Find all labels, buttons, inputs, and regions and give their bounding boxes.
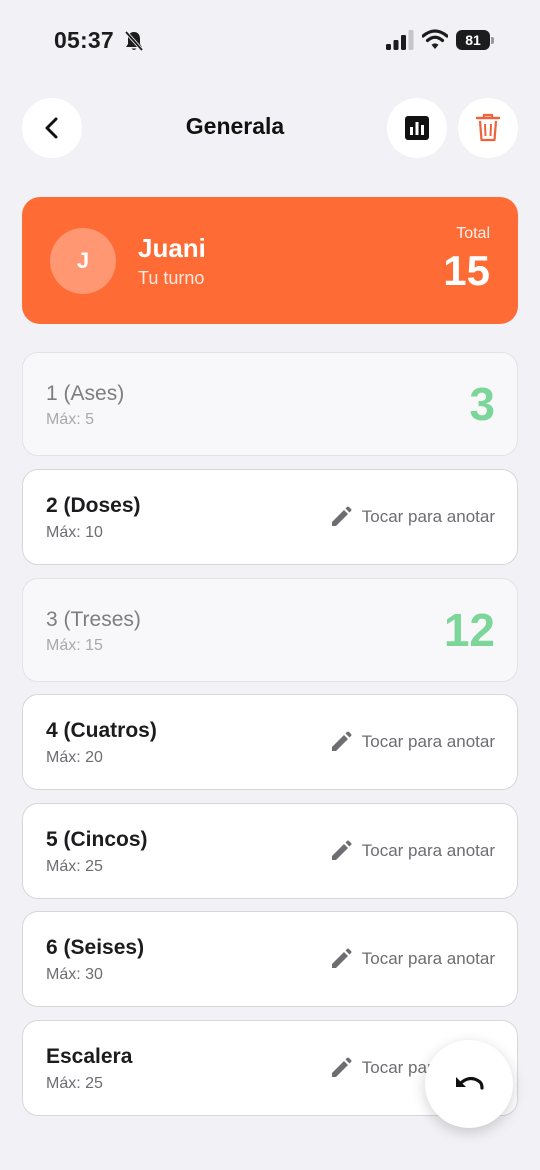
status-time: 05:37: [54, 27, 114, 53]
category-max: Máx: 20: [46, 749, 103, 766]
pencil-icon: [331, 840, 352, 860]
category-row-seises[interactable]: 6 (Seises) Máx: 30 Tocar para anotar: [22, 911, 518, 1007]
category-row-cuatros[interactable]: 4 (Cuatros) Máx: 20 Tocar para anotar: [22, 694, 518, 790]
pencil-icon: [331, 506, 352, 526]
battery-level: 81: [465, 32, 481, 48]
category-name: 1 (Ases): [46, 382, 125, 405]
tap-to-score-label: Tocar para anotar: [361, 507, 495, 526]
pencil-icon: [331, 1057, 352, 1077]
tap-to-score-hint: Tocar para anotar: [330, 731, 495, 753]
total-score: 15: [443, 247, 490, 294]
category-name: 2 (Doses): [46, 494, 141, 517]
category-name: Escalera: [46, 1045, 133, 1068]
tap-to-score-hint: Tocar para anotar: [330, 506, 495, 528]
category-max: Máx: 15: [46, 637, 103, 654]
category-max: Máx: 25: [46, 858, 103, 875]
delete-button[interactable]: [458, 98, 518, 158]
battery-tip: [491, 37, 494, 44]
pencil-icon: [331, 948, 352, 968]
category-max: Máx: 25: [46, 1075, 103, 1092]
stats-button[interactable]: [387, 98, 447, 158]
tap-to-score-label: Tocar para anotar: [361, 949, 495, 968]
bell-slash-icon: [124, 30, 144, 52]
category-score: 3: [469, 378, 495, 430]
pencil-icon: [331, 731, 352, 751]
category-max: Máx: 30: [46, 966, 103, 983]
tap-to-score-label: Tocar para anotar: [361, 841, 495, 860]
category-name: 6 (Seises): [46, 936, 145, 959]
avatar: J: [50, 228, 116, 294]
category-max: Máx: 10: [46, 524, 103, 541]
category-name: 3 (Treses): [46, 608, 141, 631]
bar-chart-icon: [405, 116, 429, 140]
tap-to-score-hint: Tocar para anotar: [330, 948, 495, 970]
category-row-doses[interactable]: 2 (Doses) Máx: 10 Tocar para anotar: [22, 469, 518, 565]
category-name: 5 (Cincos): [46, 828, 148, 851]
current-player-card: J Juani Tu turno Total 15: [22, 197, 518, 324]
player-turn-label: Tu turno: [138, 268, 205, 288]
category-score: 12: [443, 604, 495, 656]
category-max: Máx: 5: [46, 411, 95, 428]
undo-icon: [456, 1076, 484, 1090]
undo-button[interactable]: [425, 1040, 513, 1128]
player-name: Juani: [138, 233, 206, 263]
battery-icon: 81: [456, 30, 494, 50]
cellular-signal-icon: [386, 30, 414, 50]
screen: 05:37 81 Generala J Juani Tu turno Total…: [0, 0, 540, 1170]
status-bar: 05:37 81: [0, 0, 540, 80]
category-row-ases[interactable]: 1 (Ases) Máx: 5 3: [22, 352, 518, 456]
wifi-icon: [422, 29, 448, 49]
total-label: Total: [456, 225, 490, 242]
category-row-cincos[interactable]: 5 (Cincos) Máx: 25 Tocar para anotar: [22, 803, 518, 899]
trash-icon: [475, 113, 501, 142]
category-name: 4 (Cuatros): [46, 719, 157, 742]
tap-to-score-label: Tocar para anotar: [361, 732, 495, 751]
category-row-treses[interactable]: 3 (Treses) Máx: 15 12: [22, 578, 518, 682]
tap-to-score-hint: Tocar para anotar: [330, 840, 495, 862]
